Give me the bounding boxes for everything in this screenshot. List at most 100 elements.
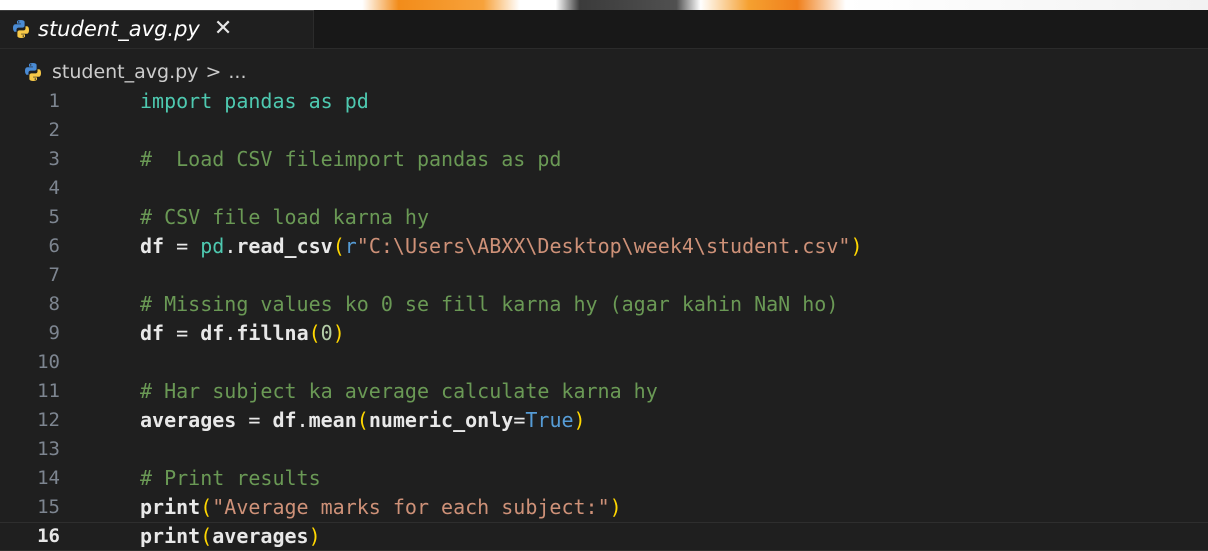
code-token: # Print results xyxy=(140,466,321,490)
code-text: # Load CSV fileimport pandas as pd xyxy=(140,145,561,174)
python-icon xyxy=(22,61,44,83)
code-token: = xyxy=(513,408,526,432)
tab-bar: student_avg.py ✕ xyxy=(0,10,1208,49)
code-line[interactable]: 4 xyxy=(0,174,1208,203)
line-number: 13 xyxy=(37,438,60,460)
code-text: print("Average marks for each subject:") xyxy=(140,493,622,522)
code-token: = xyxy=(236,408,273,432)
code-line[interactable]: 3 # Load CSV fileimport pandas as pd xyxy=(0,145,1208,174)
code-line[interactable]: 10 xyxy=(0,348,1208,377)
code-token: . xyxy=(224,321,237,345)
code-line[interactable]: 9 df = df.fillna(0) xyxy=(0,319,1208,348)
line-number: 3 xyxy=(48,148,60,170)
code-token: = xyxy=(164,321,201,345)
code-token: True xyxy=(525,408,574,432)
code-token: import xyxy=(140,89,213,113)
code-token: as xyxy=(308,89,333,113)
code-line[interactable]: 15 print("Average marks for each subject:… xyxy=(0,493,1208,522)
python-icon xyxy=(10,18,32,40)
code-token: averages xyxy=(212,524,309,548)
code-token: # Missing values ko 0 se fill karna hy (… xyxy=(140,292,839,316)
code-line[interactable]: 7 xyxy=(0,261,1208,290)
code-token: ( xyxy=(200,495,213,519)
code-text: df = df.fillna(0) xyxy=(140,319,345,348)
line-number: 8 xyxy=(48,293,60,315)
line-number: 10 xyxy=(37,351,60,373)
code-text: # Missing values ko 0 se fill karna hy (… xyxy=(140,290,838,319)
line-number: 14 xyxy=(37,467,60,489)
background-banner xyxy=(0,0,1208,10)
code-token: fillna xyxy=(236,321,309,345)
line-number: 16 xyxy=(37,525,60,547)
tab-student-avg[interactable]: student_avg.py ✕ xyxy=(0,10,314,48)
code-line[interactable]: 5 # CSV file load karna hy xyxy=(0,203,1208,232)
code-text: averages = df.mean(numeric_only=True) xyxy=(140,406,586,435)
code-token: pd xyxy=(200,234,225,258)
code-line[interactable]: 11 # Har subject ka average calculate kar… xyxy=(0,377,1208,406)
code-text: print(averages) xyxy=(140,522,321,551)
code-token: ( xyxy=(332,234,345,258)
code-editor[interactable]: 1 import pandas as pd 2 3 # Load CSV fileimp… xyxy=(0,87,1208,551)
code-token: ) xyxy=(850,234,863,258)
line-number: 4 xyxy=(48,177,60,199)
code-token: ( xyxy=(308,321,321,345)
line-number: 15 xyxy=(37,496,60,518)
code-token: ( xyxy=(356,408,369,432)
breadcrumb-separator: > xyxy=(205,61,222,83)
code-text: import pandas as pd xyxy=(140,87,369,116)
code-line[interactable]: 6 df = pd.read_csv(r"C:\Users\ABXX\Deskto… xyxy=(0,232,1208,261)
code-token: . xyxy=(296,408,309,432)
code-token: ) xyxy=(609,495,622,519)
code-token: df xyxy=(200,321,225,345)
line-number: 12 xyxy=(37,409,60,431)
code-token: 0 xyxy=(320,321,333,345)
code-token: averages xyxy=(140,408,237,432)
breadcrumb-more[interactable]: ... xyxy=(228,61,246,83)
code-token: = xyxy=(164,234,201,258)
code-line[interactable]: 1 import pandas as pd xyxy=(0,87,1208,116)
tab-title: student_avg.py xyxy=(38,17,200,41)
code-line[interactable]: 2 xyxy=(0,116,1208,145)
code-line[interactable]: 12 averages = df.mean(numeric_only=True) xyxy=(0,406,1208,435)
line-number: 5 xyxy=(48,206,60,228)
line-number: 9 xyxy=(48,322,60,344)
code-token: ) xyxy=(573,408,586,432)
code-token: "C:\Users\ABXX\Desktop\week4\student.csv… xyxy=(356,234,851,258)
code-token: ) xyxy=(308,524,321,548)
code-line[interactable]: 16 print(averages) xyxy=(0,522,1208,551)
code-token: print xyxy=(140,524,201,548)
code-text: # CSV file load karna hy xyxy=(140,203,429,232)
code-line[interactable]: 13 xyxy=(0,435,1208,464)
line-number: 1 xyxy=(48,90,60,112)
line-number: 6 xyxy=(48,235,60,257)
code-token: pandas xyxy=(224,89,297,113)
code-token: df xyxy=(140,234,165,258)
close-icon[interactable]: ✕ xyxy=(214,18,232,40)
code-token: mean xyxy=(308,408,357,432)
breadcrumb: student_avg.py > ... xyxy=(0,58,1208,86)
code-token: "Average marks for each subject:" xyxy=(212,495,610,519)
code-line[interactable]: 14 # Print results xyxy=(0,464,1208,493)
code-token: df xyxy=(140,321,165,345)
code-token: # Har subject ka average calculate karna… xyxy=(140,379,658,403)
code-token: read_csv xyxy=(236,234,333,258)
code-token: # CSV file load karna hy xyxy=(140,205,429,229)
breadcrumb-file[interactable]: student_avg.py xyxy=(52,61,198,83)
code-token: print xyxy=(140,495,201,519)
code-token: pd xyxy=(344,89,369,113)
code-token: # Load CSV fileimport pandas as pd xyxy=(140,147,562,171)
code-token: numeric_only xyxy=(368,408,514,432)
code-token: . xyxy=(224,234,237,258)
code-line[interactable]: 8 # Missing values ko 0 se fill karna hy … xyxy=(0,290,1208,319)
code-text: # Print results xyxy=(140,464,321,493)
line-number: 11 xyxy=(37,380,60,402)
line-number: 7 xyxy=(48,264,60,286)
code-text: df = pd.read_csv(r"C:\Users\ABXX\Desktop… xyxy=(140,232,863,261)
code-text: # Har subject ka average calculate karna… xyxy=(140,377,658,406)
code-token: r xyxy=(344,234,357,258)
line-number: 2 xyxy=(48,119,60,141)
code-token: df xyxy=(272,408,297,432)
